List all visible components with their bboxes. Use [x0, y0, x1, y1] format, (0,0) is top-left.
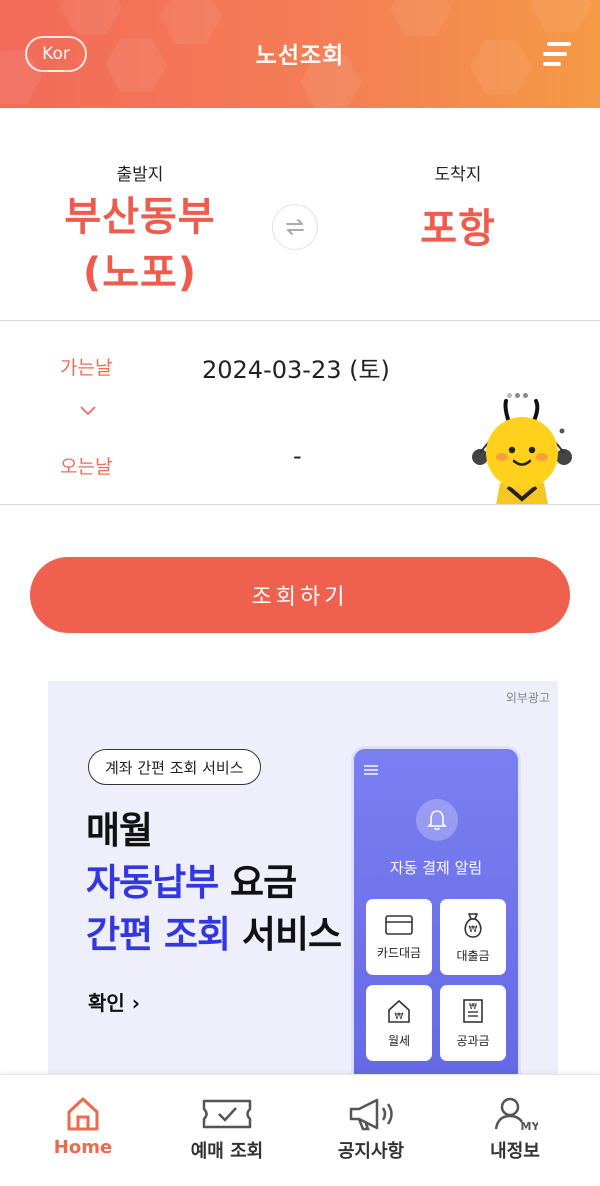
nav-reservation[interactable]: 예매 조회 [152, 1075, 302, 1186]
money-bag-icon: ₩ [464, 912, 482, 938]
header-pattern [530, 0, 592, 32]
ad-phone-mockup: 자동 결제 알림 카드대금 ₩ 대출금 ₩ 월세 ₩ 공과금 [351, 746, 521, 1076]
ad-tag: 외부광고 [505, 691, 550, 705]
megaphone-icon [349, 1098, 393, 1131]
nav-home[interactable]: Home [8, 1075, 158, 1186]
svg-text:₩: ₩ [395, 1012, 404, 1022]
ad-phone-title: 자동 결제 알림 [389, 859, 483, 877]
bee-mascot-icon [472, 399, 572, 505]
nav-my-info[interactable]: MY 내정보 [440, 1075, 590, 1186]
house-icon: ₩ [388, 999, 410, 1023]
svg-text:MY: MY [521, 1120, 538, 1133]
ticket-check-icon [202, 1099, 252, 1129]
card-icon [385, 914, 413, 935]
card-tile: 카드대금 [366, 899, 432, 975]
chevron-down-icon[interactable] [78, 404, 98, 418]
header-pattern [60, 0, 122, 34]
svg-text:₩: ₩ [469, 1002, 477, 1011]
app-header: Kor 노선조회 [0, 0, 600, 108]
departure-name-line2: (노포) [82, 250, 198, 296]
route-selector: 출발지 부산동부 (노포) 도착지 포항 [0, 108, 600, 320]
nav-notice-label: 공지사항 [337, 1141, 405, 1162]
return-date-label: 오는날 [60, 456, 113, 478]
ad-banner[interactable]: 외부광고 계좌 간편 조회 서비스 매월 자동납부 요금 간편 조회 서비스 확… [48, 681, 558, 1076]
ad-headline-3: 간편 조회 서비스 [86, 913, 342, 956]
rent-tile: ₩ 월세 [366, 985, 432, 1061]
bottom-nav: Home 예매 조회 공지사항 MY 내정보 [0, 1074, 600, 1186]
my-user-icon: MY [494, 1097, 538, 1133]
search-button[interactable]: 조회하기 [30, 557, 570, 633]
home-icon [67, 1097, 99, 1131]
ad-headline-2: 자동납부 요금 [86, 861, 297, 904]
departure-label: 출발지 [116, 165, 164, 185]
page-title: 노선조회 [255, 43, 345, 69]
nav-home-label: Home [53, 1137, 113, 1158]
ad-confirm-link[interactable]: 확인 › [88, 987, 140, 1016]
header-pattern [390, 0, 452, 36]
utility-tile: ₩ 공과금 [440, 985, 506, 1061]
departure-name-line1: 부산동부 [64, 194, 216, 240]
swap-route-button[interactable] [272, 204, 318, 250]
arrival-station[interactable]: 포항 [348, 204, 568, 254]
menu-icon [364, 765, 378, 775]
return-date-value[interactable]: - [293, 442, 302, 470]
nav-reservation-label: 예매 조회 [190, 1141, 264, 1162]
svg-text:₩: ₩ [469, 925, 478, 935]
go-date-label: 가는날 [60, 357, 113, 379]
go-date-value[interactable]: 2024-03-23 (토) [202, 350, 390, 385]
swap-icon [286, 219, 304, 235]
ad-pill: 계좌 간편 조회 서비스 [88, 749, 261, 785]
divider [0, 320, 600, 321]
bill-icon: ₩ [463, 998, 483, 1023]
menu-icon[interactable] [543, 42, 571, 68]
arrival-label: 도착지 [434, 165, 482, 185]
ad-headline-1: 매월 [86, 809, 153, 852]
loan-tile: ₩ 대출금 [440, 899, 506, 975]
nav-notice[interactable]: 공지사항 [296, 1075, 446, 1186]
nav-my-info-label: 내정보 [490, 1141, 540, 1162]
bell-icon [416, 799, 458, 841]
divider [0, 504, 600, 505]
